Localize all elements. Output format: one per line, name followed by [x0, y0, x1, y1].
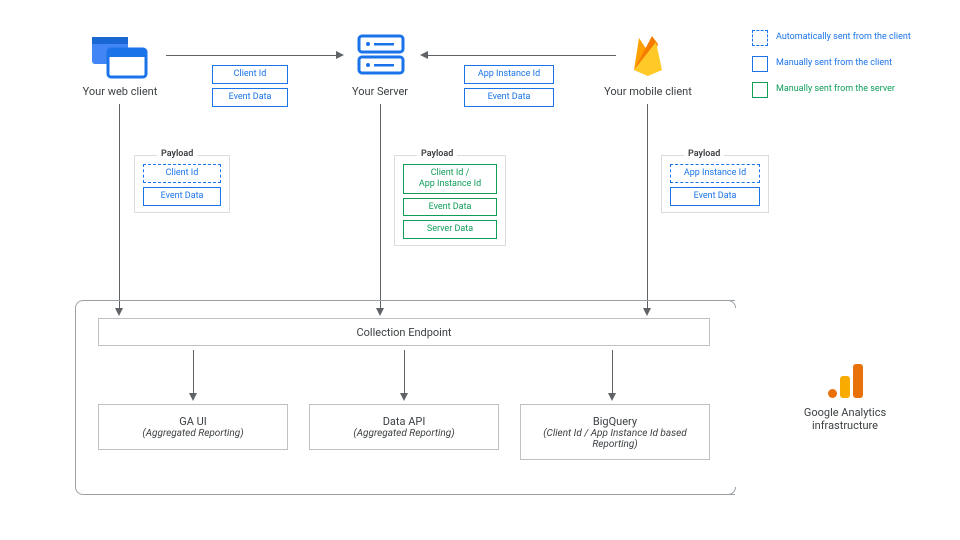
legend-swatch-solid-blue-icon: [752, 56, 768, 72]
arrow-mobile-to-server: [428, 55, 616, 56]
arrow-web-down: [119, 104, 120, 310]
arrow-to-gaui: [193, 350, 194, 395]
ga-infra-label: Google Analytics infrastructure: [790, 406, 900, 432]
payload-server-serverdata: Server Data: [403, 220, 497, 239]
payload-web: Payload Client Id Event Data: [134, 155, 230, 213]
server-stack-icon: [356, 32, 406, 77]
bigquery-box: BigQuery (Client Id / App Instance Id ba…: [520, 404, 710, 460]
payload-label: Payload: [684, 149, 724, 159]
mobile-to-server-data: App Instance Id Event Data: [464, 65, 554, 107]
payload-label: Payload: [157, 149, 197, 159]
event-data-box: Event Data: [212, 88, 288, 107]
payload-web-clientid: Client Id: [143, 164, 221, 183]
legend-text: Manually sent from the server: [776, 84, 895, 95]
arrow-server-down: [380, 104, 381, 310]
payload-web-eventdata: Event Data: [143, 187, 221, 206]
payload-label: Payload: [417, 149, 457, 159]
legend: Automatically sent from the client Manua…: [752, 30, 952, 108]
bigquery-title: BigQuery: [521, 415, 709, 428]
event-data-box: Event Data: [464, 88, 554, 107]
arrow-mobile-down: [647, 104, 648, 310]
ga-ui-box: GA UI (Aggregated Reporting): [98, 404, 288, 450]
firebase-flame-icon: [630, 32, 666, 80]
payload-server-ids: Client Id / App Instance Id: [403, 164, 497, 194]
data-api-box: Data API (Aggregated Reporting): [309, 404, 499, 450]
client-id-box: Client Id: [212, 65, 288, 84]
browser-windows-icon: [90, 35, 150, 80]
legend-row-manual-client: Manually sent from the client: [752, 56, 952, 72]
payload-mobile-eventdata: Event Data: [670, 187, 760, 206]
google-analytics-icon: [790, 360, 900, 398]
arrow-web-to-server: [166, 55, 338, 56]
app-instance-id-box: App Instance Id: [464, 65, 554, 84]
data-api-sub: (Aggregated Reporting): [310, 428, 498, 439]
legend-row-auto-client: Automatically sent from the client: [752, 30, 952, 46]
ga-logo-block: Google Analytics infrastructure: [790, 360, 900, 432]
legend-row-manual-server: Manually sent from the server: [752, 82, 952, 98]
arrow-to-dataapi: [404, 350, 405, 395]
web-to-server-data: Client Id Event Data: [212, 65, 288, 107]
payload-mobile-appid: App Instance Id: [670, 164, 760, 183]
legend-text: Manually sent from the client: [776, 58, 892, 69]
ga-ui-sub: (Aggregated Reporting): [99, 428, 287, 439]
ga-ui-title: GA UI: [99, 415, 287, 428]
payload-mobile: Payload App Instance Id Event Data: [661, 155, 769, 213]
web-client-label: Your web client: [72, 85, 168, 98]
arrow-to-bigquery: [612, 350, 613, 395]
payload-server-eventdata: Event Data: [403, 198, 497, 217]
data-api-title: Data API: [310, 415, 498, 428]
mobile-client-label: Your mobile client: [598, 85, 698, 98]
legend-swatch-dashed-icon: [752, 30, 768, 46]
legend-swatch-solid-green-icon: [752, 82, 768, 98]
payload-server: Payload Client Id / App Instance Id Even…: [394, 155, 506, 246]
collection-endpoint: Collection Endpoint: [98, 318, 710, 346]
legend-text: Automatically sent from the client: [776, 32, 911, 43]
bigquery-sub: (Client Id / App Instance Id based Repor…: [521, 428, 709, 450]
server-label: Your Server: [340, 85, 420, 98]
